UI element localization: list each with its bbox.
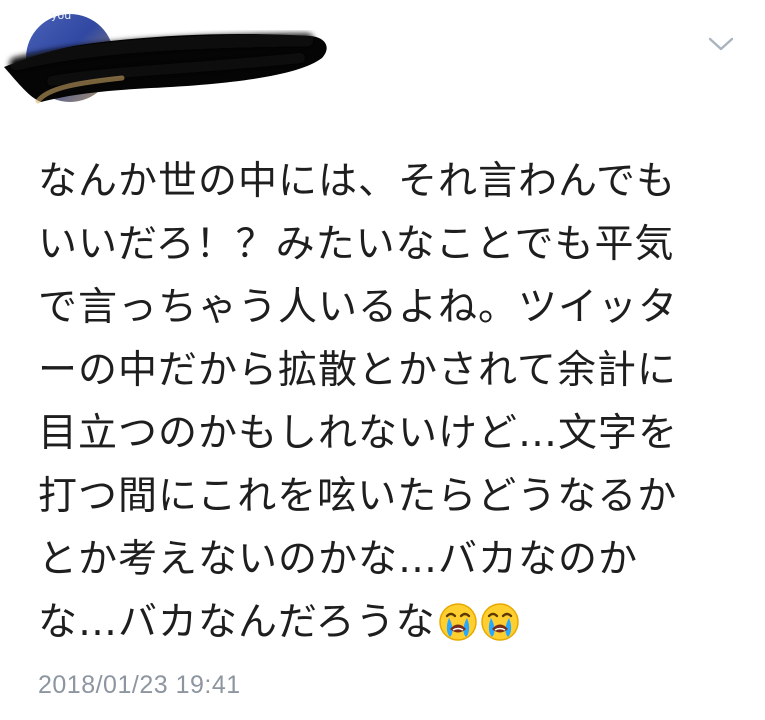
chevron-down-icon bbox=[708, 37, 734, 51]
tweet-line: いいだろ！？みたいなことでも平気 bbox=[38, 222, 675, 267]
tweet-menu-button[interactable] bbox=[697, 24, 745, 64]
redacted-user-info: you bbox=[4, 9, 327, 104]
tweet-line: ーの中だから拡散とかされて余計に bbox=[38, 348, 677, 393]
tweet-last-line: な…バカなんだろうな bbox=[38, 591, 748, 654]
tweet-line: とか考えないのかな…バカなのか bbox=[38, 537, 639, 582]
tweet-text: なんか世の中には、それ言わんでも いいだろ！？みたいなことでも平気 で言っちゃう… bbox=[38, 150, 748, 654]
tweet-line-text: な…バカなんだろうな bbox=[38, 600, 436, 645]
avatar-badge-text: you bbox=[51, 9, 71, 22]
tweet-line: なんか世の中には、それ言わんでも bbox=[38, 159, 677, 204]
tweet-line: 打つ間にこれを呟いたらどうなるか bbox=[38, 474, 678, 519]
crying-face-icon bbox=[480, 603, 519, 641]
tweet-header: you bbox=[0, 0, 765, 120]
tweet-line: 目立つのかもしれないけど…文字を bbox=[38, 411, 679, 456]
tweet-line: で言っちゃう人いるよね。ツイッタ bbox=[38, 285, 679, 330]
tweet-timestamp[interactable]: 2018/01/23 19:41 bbox=[38, 671, 241, 700]
crying-face-icon bbox=[438, 603, 477, 641]
